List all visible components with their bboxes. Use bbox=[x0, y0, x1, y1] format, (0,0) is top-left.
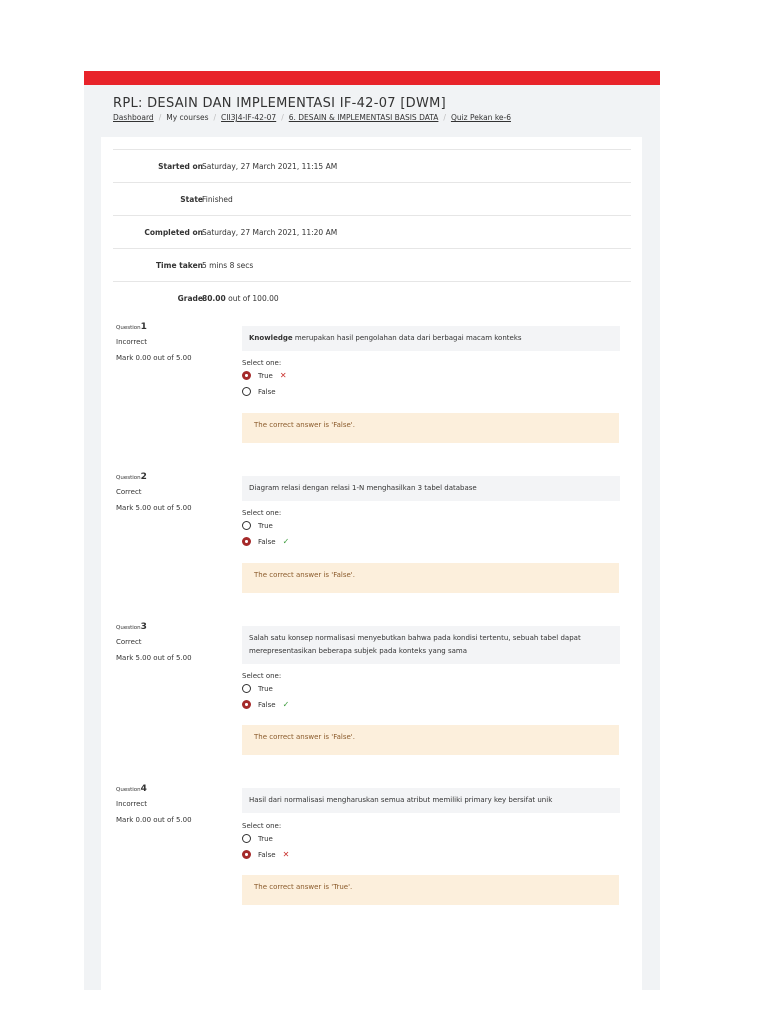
summary-row-time: Time taken 5 mins 8 secs bbox=[113, 249, 631, 282]
breadcrumb-separator: / bbox=[213, 113, 217, 122]
correct-answer-feedback: The correct answer is 'True'. bbox=[242, 875, 619, 905]
time-taken-label: Time taken bbox=[155, 261, 203, 270]
radio-checked-icon[interactable] bbox=[242, 371, 251, 380]
radio-checked-icon[interactable] bbox=[242, 537, 251, 546]
correct-answer-feedback: The correct answer is 'False'. bbox=[242, 725, 619, 755]
option-label: True bbox=[258, 371, 273, 380]
grade-value: 80.00 out of 100.00 bbox=[202, 294, 279, 303]
question-mark: Mark 5.00 out of 5.00 bbox=[116, 504, 192, 512]
option-label: True bbox=[258, 834, 273, 843]
radio-icon[interactable] bbox=[242, 834, 251, 843]
question-text: Knowledge merupakan hasil pengolahan dat… bbox=[242, 326, 620, 351]
breadcrumb-course[interactable]: CII3J4-IF-42-07 bbox=[221, 113, 276, 122]
select-one-label: Select one: bbox=[242, 822, 282, 830]
state-label: State bbox=[180, 195, 203, 204]
question-info: Question4 Incorrect Mark 0.00 out of 5.0… bbox=[116, 784, 231, 824]
question-text: Salah satu konsep normalisasi menyebutka… bbox=[242, 626, 620, 664]
grade-out-of: out of 100.00 bbox=[228, 294, 279, 303]
summary-row-grade: Grade 80.00 out of 100.00 bbox=[113, 282, 631, 314]
correct-check-icon: ✓ bbox=[282, 537, 290, 546]
radio-checked-icon[interactable] bbox=[242, 700, 251, 709]
select-one-label: Select one: bbox=[242, 672, 282, 680]
incorrect-icon: ✕ bbox=[282, 850, 290, 859]
question-label: Question bbox=[116, 787, 141, 793]
grade-label: Grade bbox=[177, 294, 203, 303]
question-info: Question3 Correct Mark 5.00 out of 5.00 bbox=[116, 622, 231, 662]
summary-row-state: State Finished bbox=[113, 183, 631, 216]
correct-answer-feedback: The correct answer is 'False'. bbox=[242, 563, 619, 593]
question-state: Correct bbox=[116, 638, 142, 646]
question-number: 1 bbox=[140, 322, 147, 332]
question-number: 2 bbox=[140, 472, 147, 482]
option-true[interactable]: True bbox=[242, 834, 273, 843]
grade-score: 80.00 bbox=[202, 294, 226, 303]
question-label: Question bbox=[116, 325, 141, 331]
breadcrumb: Dashboard / My courses / CII3J4-IF-42-07 / 6. … bbox=[113, 113, 511, 122]
question-number: 4 bbox=[140, 784, 147, 794]
breadcrumb-section[interactable]: 6. DESAIN & IMPLEMENTASI BASIS DATA bbox=[289, 113, 439, 122]
option-label: False bbox=[258, 387, 276, 396]
started-value: Saturday, 27 March 2021, 11:15 AM bbox=[202, 162, 338, 171]
completed-label: Completed on bbox=[144, 228, 203, 237]
question-mark: Mark 0.00 out of 5.00 bbox=[116, 816, 192, 824]
incorrect-icon: ✕ bbox=[279, 371, 287, 380]
completed-value: Saturday, 27 March 2021, 11:20 AM bbox=[202, 228, 338, 237]
question-mark: Mark 5.00 out of 5.00 bbox=[116, 654, 192, 662]
question-info: Question2 Correct Mark 5.00 out of 5.00 bbox=[116, 472, 231, 512]
option-label: False bbox=[258, 537, 276, 546]
question-text-bold: Knowledge bbox=[249, 334, 293, 342]
started-label: Started on bbox=[158, 162, 203, 171]
radio-checked-icon[interactable] bbox=[242, 850, 251, 859]
breadcrumb-quiz[interactable]: Quiz Pekan ke-6 bbox=[451, 113, 511, 122]
question-text: Hasil dari normalisasi mengharuskan semu… bbox=[242, 788, 620, 813]
option-true[interactable]: True ✕ bbox=[242, 371, 287, 380]
breadcrumb-separator: / bbox=[281, 113, 284, 122]
attempt-summary-table: Started on Saturday, 27 March 2021, 11:1… bbox=[113, 149, 631, 314]
option-label: True bbox=[258, 684, 273, 693]
select-one-label: Select one: bbox=[242, 359, 282, 367]
option-true[interactable]: True bbox=[242, 521, 273, 530]
radio-icon[interactable] bbox=[242, 684, 251, 693]
question-text: Diagram relasi dengan relasi 1-N menghas… bbox=[242, 476, 620, 501]
question-label: Question bbox=[116, 475, 141, 481]
select-one-label: Select one: bbox=[242, 509, 282, 517]
summary-row-started: Started on Saturday, 27 March 2021, 11:1… bbox=[113, 150, 631, 183]
question-state: Incorrect bbox=[116, 800, 148, 808]
breadcrumb-separator: / bbox=[158, 113, 162, 122]
option-false[interactable]: False bbox=[242, 387, 276, 396]
option-true[interactable]: True bbox=[242, 684, 273, 693]
page-title: RPL: DESAIN DAN IMPLEMENTASI IF-42-07 [D… bbox=[113, 96, 447, 111]
question-number: 3 bbox=[140, 622, 147, 632]
question-state: Incorrect bbox=[116, 338, 148, 346]
time-taken-value: 5 mins 8 secs bbox=[202, 261, 254, 270]
option-false[interactable]: False ✕ bbox=[242, 850, 289, 859]
option-false[interactable]: False ✓ bbox=[242, 700, 289, 709]
correct-check-icon: ✓ bbox=[282, 700, 290, 709]
radio-icon[interactable] bbox=[242, 521, 251, 530]
question-state: Correct bbox=[116, 488, 142, 496]
option-false[interactable]: False ✓ bbox=[242, 537, 289, 546]
option-label: False bbox=[258, 700, 276, 709]
option-label: True bbox=[258, 521, 273, 530]
question-text-body: merupakan hasil pengolahan data dari ber… bbox=[292, 334, 522, 342]
breadcrumb-my-courses[interactable]: My courses bbox=[166, 113, 208, 122]
question-mark: Mark 0.00 out of 5.00 bbox=[116, 354, 192, 362]
top-accent-bar bbox=[84, 71, 660, 85]
question-label: Question bbox=[116, 625, 141, 631]
breadcrumb-separator: / bbox=[443, 113, 446, 122]
question-info: Question1 Incorrect Mark 0.00 out of 5.0… bbox=[116, 322, 231, 362]
summary-row-completed: Completed on Saturday, 27 March 2021, 11… bbox=[113, 216, 631, 249]
radio-icon[interactable] bbox=[242, 387, 251, 396]
option-label: False bbox=[258, 850, 276, 859]
state-value: Finished bbox=[202, 195, 233, 204]
correct-answer-feedback: The correct answer is 'False'. bbox=[242, 413, 619, 443]
breadcrumb-dashboard[interactable]: Dashboard bbox=[113, 113, 154, 122]
